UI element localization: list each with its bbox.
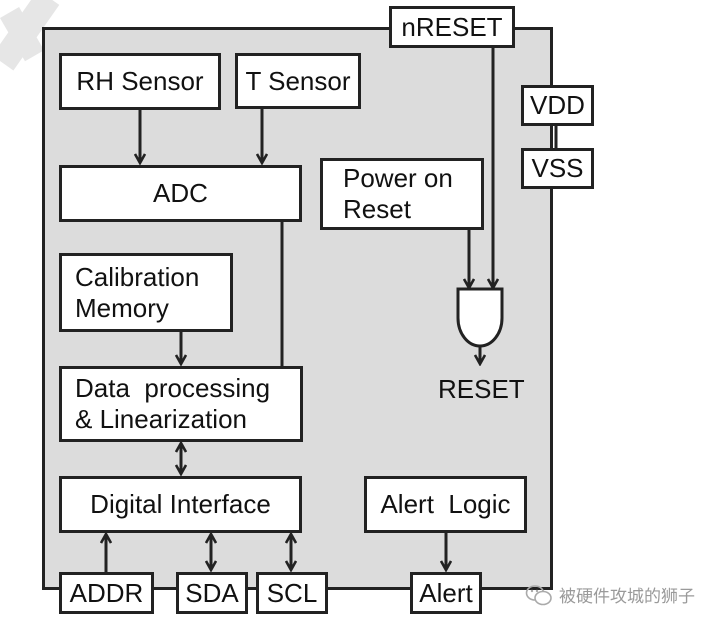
adc-block: ADC <box>59 165 302 222</box>
t-sensor-block: T Sensor <box>235 53 361 109</box>
scl-pin: SCL <box>256 572 328 614</box>
vss-pin: VSS <box>521 148 594 189</box>
data-processing-block: Data processing & Linearization <box>59 366 303 442</box>
alert-logic-block: Alert Logic <box>364 476 527 533</box>
nreset-pin: nRESET <box>389 6 515 48</box>
alert-pin: Alert <box>410 572 482 614</box>
footer-watermark: 被硬件攻城的狮子 <box>525 582 695 607</box>
watermark-text: 被硬件攻城的狮子 <box>559 587 695 606</box>
reset-signal-label: RESET <box>438 374 525 404</box>
addr-pin: ADDR <box>59 572 154 614</box>
sda-pin: SDA <box>176 572 248 614</box>
digital-interface-block: Digital Interface <box>59 476 302 533</box>
rh-sensor-block: RH Sensor <box>59 53 221 110</box>
calibration-memory-block: Calibration Memory <box>59 253 233 332</box>
power-on-reset-block: Power on Reset <box>320 158 484 230</box>
wechat-icon <box>525 584 552 605</box>
vdd-pin: VDD <box>521 85 594 126</box>
